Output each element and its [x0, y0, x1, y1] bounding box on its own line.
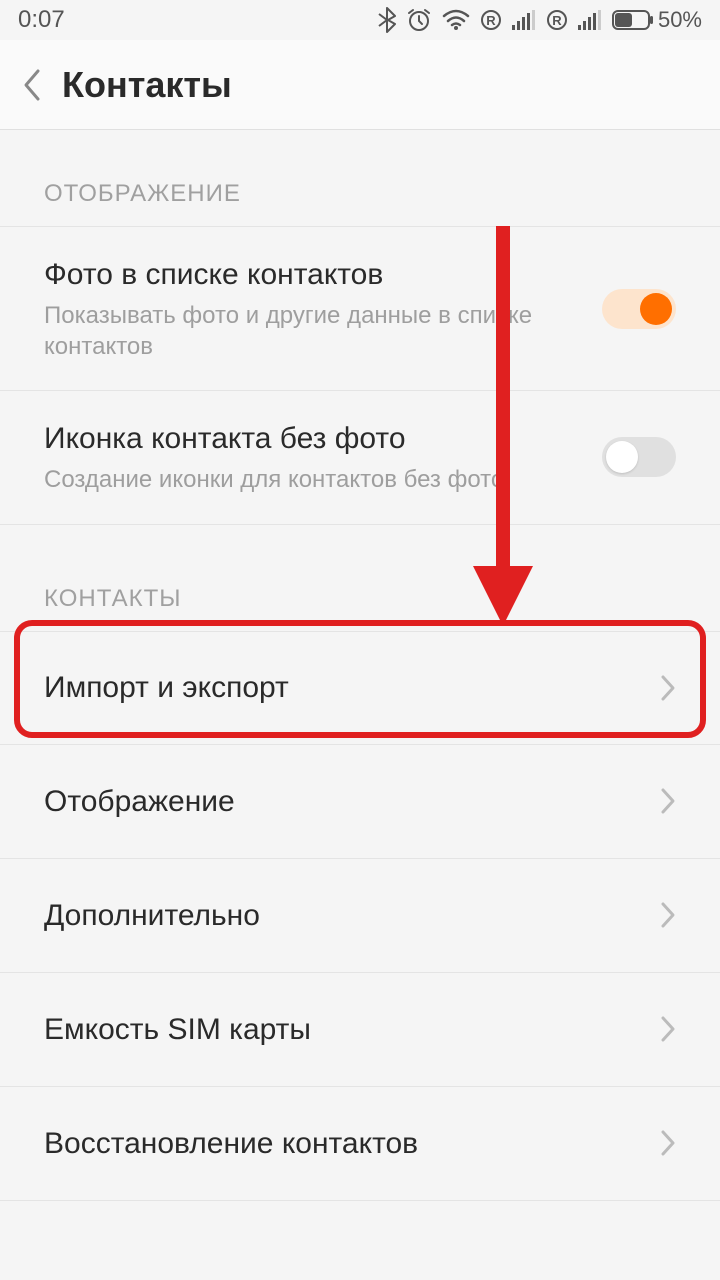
row-title: Импорт и экспорт [44, 668, 289, 707]
status-bar: 0:07 R R 50% [0, 0, 720, 40]
section-header-contacts: КОНТАКТЫ [0, 585, 720, 631]
svg-text:R: R [486, 13, 496, 28]
status-icons: R R 50% [378, 7, 702, 33]
row-title: Фото в списке контактов [44, 255, 602, 294]
back-icon[interactable] [20, 67, 42, 103]
toggle-photo-in-list[interactable] [602, 289, 676, 329]
wifi-icon [442, 9, 470, 31]
row-title: Дополнительно [44, 896, 260, 935]
chevron-right-icon [660, 1129, 676, 1157]
row-sim-capacity[interactable]: Емкость SIM карты [0, 973, 720, 1087]
signal-icon-2 [578, 10, 602, 30]
signal-icon-1 [512, 10, 536, 30]
row-subtitle: Показывать фото и другие данные в списке… [44, 300, 602, 362]
row-display[interactable]: Отображение [0, 745, 720, 859]
row-contact-icon-no-photo[interactable]: Иконка контакта без фото Создание иконки… [0, 391, 720, 524]
chevron-right-icon [660, 787, 676, 815]
header: Контакты [0, 40, 720, 130]
row-import-export[interactable]: Импорт и экспорт [0, 631, 720, 745]
battery-icon [612, 10, 654, 30]
row-title: Емкость SIM карты [44, 1010, 311, 1049]
status-time: 0:07 [18, 6, 65, 34]
row-title: Отображение [44, 782, 235, 821]
chevron-right-icon [660, 1015, 676, 1043]
row-title: Иконка контакта без фото [44, 419, 602, 458]
page-title: Контакты [62, 64, 232, 106]
row-subtitle: Создание иконки для контактов без фото [44, 464, 602, 495]
registered-icon-2: R [546, 9, 568, 31]
chevron-right-icon [660, 674, 676, 702]
row-title: Восстановление контактов [44, 1124, 418, 1163]
chevron-right-icon [660, 901, 676, 929]
row-advanced[interactable]: Дополнительно [0, 859, 720, 973]
battery-pct: 50% [658, 7, 702, 33]
bluetooth-icon [378, 7, 396, 33]
toggle-contact-icon[interactable] [602, 437, 676, 477]
section-header-display: ОТОБРАЖЕНИЕ [0, 180, 720, 226]
content: ОТОБРАЖЕНИЕ Фото в списке контактов Пока… [0, 130, 720, 1201]
row-photo-in-list[interactable]: Фото в списке контактов Показывать фото … [0, 226, 720, 391]
alarm-icon [406, 7, 432, 33]
svg-text:R: R [552, 13, 562, 28]
row-restore-contacts[interactable]: Восстановление контактов [0, 1087, 720, 1201]
registered-icon-1: R [480, 9, 502, 31]
